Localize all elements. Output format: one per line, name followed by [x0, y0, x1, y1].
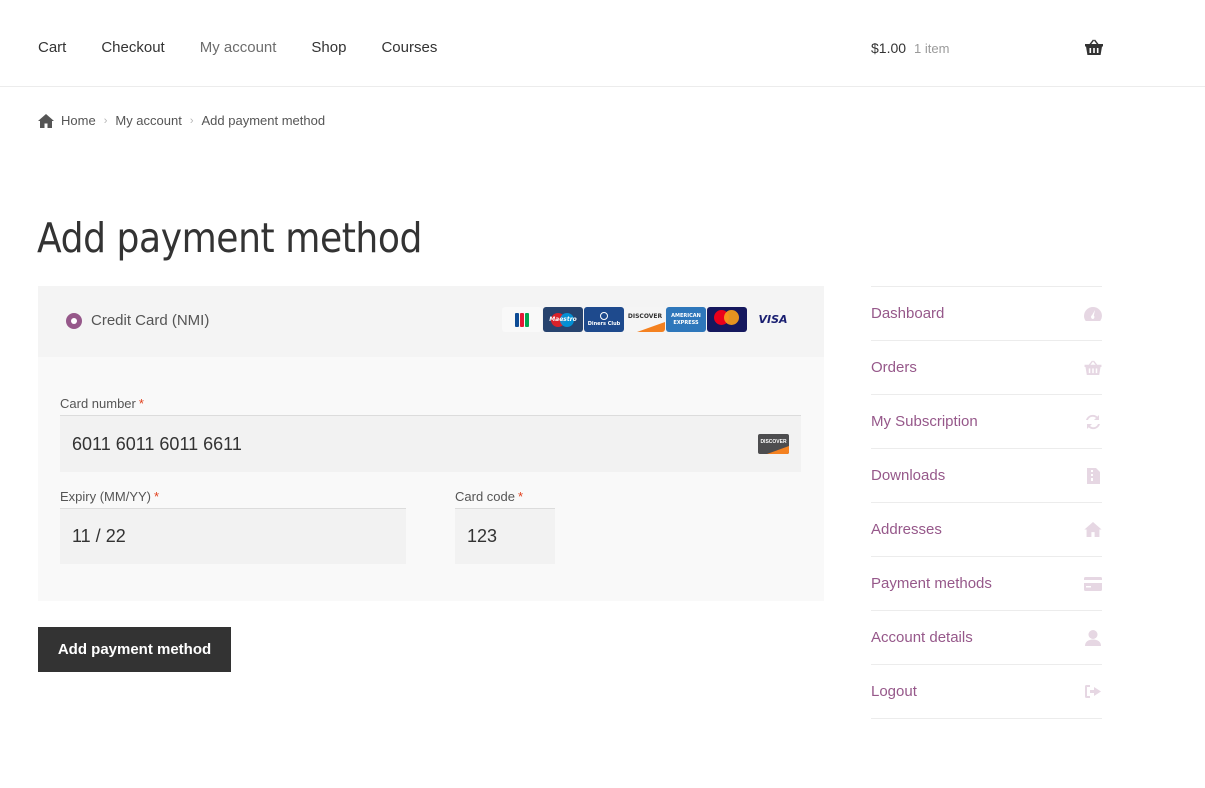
- breadcrumb-home[interactable]: Home: [61, 113, 96, 128]
- refresh-icon: [1084, 414, 1102, 430]
- account-nav-label[interactable]: Downloads: [871, 467, 945, 484]
- visa-card-icon: VISA: [753, 307, 793, 332]
- primary-navigation: Cart Checkout My account Shop Courses: [38, 38, 472, 58]
- payment-method-radio[interactable]: [66, 313, 82, 329]
- breadcrumb: Home › My account › Add payment method: [38, 113, 325, 128]
- account-nav-label[interactable]: Logout: [871, 683, 917, 700]
- account-nav-label[interactable]: Dashboard: [871, 305, 944, 322]
- discover-card-icon: DISCOVER: [625, 307, 665, 332]
- payment-method-label[interactable]: Credit Card (NMI): [91, 312, 209, 329]
- expiry-input[interactable]: 11 / 22: [60, 508, 406, 564]
- credit-card-icon: [1084, 576, 1102, 592]
- mastercard-card-icon: [707, 307, 747, 332]
- payment-methods-box: Credit Card (NMI) Maestro Diners Club DI…: [38, 286, 824, 601]
- card-number-input[interactable]: 6011 6011 6011 6611 DISCOVER: [60, 415, 801, 472]
- breadcrumb-my-account[interactable]: My account: [115, 113, 181, 128]
- header-cart[interactable]: $1.00 1 item: [871, 38, 1103, 58]
- cart-count: 1 item: [914, 40, 950, 56]
- account-nav-label[interactable]: My Subscription: [871, 413, 978, 430]
- account-nav-dashboard[interactable]: Dashboard: [871, 287, 1102, 341]
- breadcrumb-separator: ›: [189, 114, 194, 127]
- card-number-label: Card number *: [60, 396, 144, 411]
- file-archive-icon: [1084, 467, 1102, 484]
- basket-icon: [1084, 360, 1102, 376]
- expiry-label: Expiry (MM/YY) *: [60, 489, 160, 504]
- dashboard-icon: [1084, 306, 1102, 322]
- cart-amount: $1.00: [871, 40, 907, 56]
- account-nav-logout[interactable]: Logout: [871, 665, 1102, 719]
- payment-method-option[interactable]: Credit Card (NMI) Maestro Diners Club DI…: [38, 286, 824, 357]
- site-header: Cart Checkout My account Shop Courses $1…: [0, 0, 1205, 87]
- account-nav-account-details[interactable]: Account details: [871, 611, 1102, 665]
- account-nav-my-subscription[interactable]: My Subscription: [871, 395, 1102, 449]
- nav-checkout[interactable]: Checkout: [101, 38, 164, 58]
- maestro-card-icon: Maestro: [543, 307, 583, 332]
- account-nav-label[interactable]: Addresses: [871, 521, 942, 538]
- account-navigation: Dashboard Orders My Subscription Downloa…: [871, 286, 1102, 719]
- account-nav-payment-methods[interactable]: Payment methods: [871, 557, 1102, 611]
- nav-courses[interactable]: Courses: [381, 38, 437, 58]
- home-icon: [38, 113, 54, 128]
- account-nav-label[interactable]: Account details: [871, 629, 973, 646]
- card-code-label: Card code *: [455, 489, 524, 504]
- add-payment-method-button[interactable]: Add payment method: [38, 627, 231, 672]
- account-nav-addresses[interactable]: Addresses: [871, 503, 1102, 557]
- diners-club-card-icon: Diners Club: [584, 307, 624, 332]
- account-nav-downloads[interactable]: Downloads: [871, 449, 1102, 503]
- account-nav-orders[interactable]: Orders: [871, 341, 1102, 395]
- user-icon: [1084, 629, 1102, 646]
- amex-card-icon: AMERICAN EXPRESS: [666, 307, 706, 332]
- discover-card-icon: DISCOVER: [758, 434, 789, 454]
- breadcrumb-separator: ›: [103, 114, 108, 127]
- card-code-input[interactable]: 123: [455, 508, 555, 564]
- nav-shop[interactable]: Shop: [311, 38, 346, 58]
- accepted-cards: Maestro Diners Club DISCOVER AMERICAN EX…: [502, 307, 793, 332]
- home-icon: [1084, 522, 1102, 538]
- jcb-card-icon: [502, 307, 542, 332]
- sign-out-icon: [1084, 684, 1102, 700]
- breadcrumb-current: Add payment method: [201, 113, 326, 128]
- card-number-value: 6011 6011 6011 6611: [72, 433, 242, 454]
- basket-icon[interactable]: [1085, 39, 1103, 55]
- page-title: Add payment method: [37, 214, 422, 262]
- account-nav-label[interactable]: Orders: [871, 359, 917, 376]
- card-code-value: 123: [467, 526, 498, 546]
- nav-cart[interactable]: Cart: [38, 38, 66, 58]
- nav-my-account[interactable]: My account: [200, 38, 277, 58]
- expiry-value: 11 / 22: [72, 526, 126, 546]
- account-nav-label[interactable]: Payment methods: [871, 575, 992, 592]
